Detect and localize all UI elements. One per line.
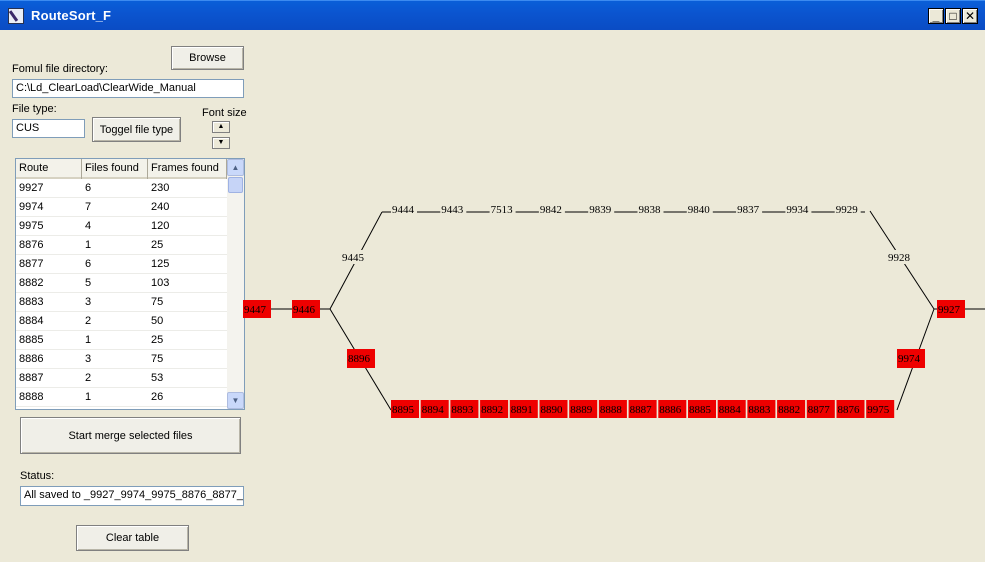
route-node-label[interactable]: 9447 [244, 304, 267, 316]
route-node-label[interactable]: 8877 [808, 404, 831, 416]
route-node-label[interactable]: 9839 [589, 204, 612, 216]
route-node-label[interactable]: 9445 [342, 252, 365, 264]
route-node-label[interactable]: 9934 [786, 204, 809, 216]
route-node-label[interactable]: 9975 [867, 404, 890, 416]
route-node-label[interactable]: 9443 [441, 204, 464, 216]
route-node-label[interactable]: 8896 [348, 353, 371, 365]
route-node-label[interactable]: 8889 [570, 404, 593, 416]
route-node-label[interactable]: 8895 [392, 404, 415, 416]
route-node-label[interactable]: 8892 [481, 404, 503, 416]
route-node-label[interactable]: 9837 [737, 204, 760, 216]
route-node-label[interactable]: 9974 [898, 353, 921, 365]
route-node-label[interactable]: 8883 [748, 404, 771, 416]
route-node-label[interactable]: 9840 [688, 204, 711, 216]
route-node-label[interactable]: 8888 [600, 404, 623, 416]
route-node-label[interactable]: 8885 [689, 404, 712, 416]
route-node-label[interactable]: 8894 [422, 404, 445, 416]
route-node-label[interactable]: 7513 [491, 204, 513, 216]
route-node-label[interactable]: 9446 [293, 304, 316, 316]
route-node-label[interactable]: 9444 [392, 204, 415, 216]
route-node-label[interactable]: 8876 [838, 404, 861, 416]
route-node-label[interactable]: 8886 [659, 404, 682, 416]
route-node-label[interactable]: 8893 [451, 404, 474, 416]
route-node-label[interactable]: 9838 [639, 204, 662, 216]
route-node-label[interactable]: 9929 [836, 204, 859, 216]
route-node-label[interactable]: 9928 [888, 252, 911, 264]
route-map[interactable]: 9447 9446 9444 9443 7513 9842 9839 9838 9840 9837… [0, 0, 985, 562]
route-node-label[interactable]: 9927 [938, 304, 961, 316]
route-node-label[interactable]: 8891 [511, 404, 533, 416]
route-node-label[interactable]: 8882 [778, 404, 800, 416]
route-node-label[interactable]: 9842 [540, 204, 562, 216]
route-node-label[interactable]: 8890 [541, 404, 564, 416]
route-node-label[interactable]: 8884 [719, 404, 742, 416]
route-node-label[interactable]: 8887 [630, 404, 653, 416]
